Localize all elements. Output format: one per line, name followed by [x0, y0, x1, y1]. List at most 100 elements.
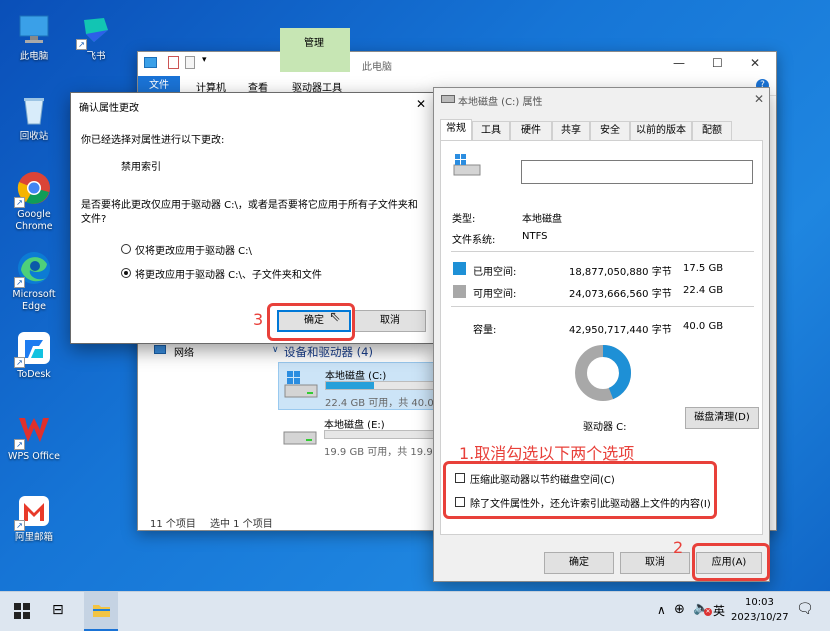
radio-drive-only[interactable]	[121, 244, 131, 254]
task-view-icon[interactable]: ⊟	[52, 602, 64, 618]
highlight-apply	[692, 543, 770, 581]
capacity-bytes: 42,950,717,440 字节	[569, 325, 672, 336]
drive-small-icon	[441, 95, 455, 103]
volume-muted-badge: ✕	[704, 608, 712, 616]
radio-drive-subfolders-label[interactable]: 将更改应用于驱动器 C:\、子文件夹和文件	[135, 266, 322, 281]
drive-usage-fill	[326, 382, 374, 389]
drive-caption: 驱动器 C:	[583, 422, 627, 433]
computer-icon	[16, 12, 52, 48]
tab-tools[interactable]: 工具	[472, 121, 510, 140]
tab-security[interactable]: 安全	[590, 121, 630, 140]
desktop-icon-todesk[interactable]: ↗ ToDesk	[2, 330, 66, 381]
close-icon[interactable]: ✕	[416, 97, 426, 111]
desktop-icon-label: 此电脑	[19, 51, 49, 62]
drive-name: 本地磁盘 (C:)	[325, 371, 387, 382]
free-size: 22.4 GB	[683, 285, 724, 296]
desktop-icon-feishu[interactable]: ↗ 飞书	[64, 12, 128, 63]
desktop-icon-this-pc[interactable]: 此电脑	[2, 12, 66, 63]
shortcut-arrow-icon: ↗	[14, 357, 25, 368]
radio-drive-only-label[interactable]: 仅将更改应用于驱动器 C:\	[135, 242, 252, 257]
tab-general[interactable]: 常规	[440, 119, 472, 141]
network-globe-icon[interactable]: ⊕	[674, 602, 685, 617]
dialog-question: 是否要将此更改仅应用于驱动器 C:\，或者是否要将它应用于所有子文件夹和文件?	[81, 200, 418, 225]
desktop-icon-wps[interactable]: ↗ WPS Office	[2, 412, 66, 463]
window-title: 此电脑	[362, 62, 392, 73]
desktop-icon-chrome[interactable]: ↗ Google Chrome	[2, 170, 66, 233]
windows-drive-icon	[284, 371, 318, 398]
minimize-icon[interactable]: —	[673, 56, 685, 70]
drive-name: 本地磁盘 (E:)	[324, 420, 385, 431]
ali-mail-icon: ↗	[14, 493, 52, 531]
shortcut-arrow-icon: ↗	[14, 439, 25, 450]
desktop-icon-label: 飞书	[86, 51, 106, 62]
desktop-icon-label: 阿里邮箱	[14, 532, 53, 543]
disk-usage-donut	[575, 345, 631, 401]
section-collapse-icon[interactable]: ∨	[272, 345, 279, 355]
drive-usage-bar	[325, 381, 435, 390]
tab-manage-highlight: 管理	[280, 28, 350, 72]
taskbar-explorer-button[interactable]	[84, 592, 118, 631]
tab-sharing[interactable]: 共享	[552, 121, 590, 140]
clock-date[interactable]: 2023/10/27	[731, 612, 789, 623]
dialog-title: 确认属性更改	[79, 103, 139, 114]
maximize-icon[interactable]: ☐	[712, 56, 723, 70]
tray-chevron-icon[interactable]: ∧	[657, 603, 666, 617]
drive-label-input[interactable]	[521, 160, 753, 184]
confirm-cancel-button[interactable]: 取消	[354, 310, 426, 332]
properties-qa-icon[interactable]	[168, 56, 179, 69]
capacity-size: 40.0 GB	[683, 321, 724, 332]
divider	[451, 306, 754, 307]
properties-title: 本地磁盘 (C:) 属性	[458, 97, 543, 108]
desktop-icon-edge[interactable]: ↗ Microsoft Edge	[2, 250, 66, 313]
dialog-intro: 你已经选择对属性进行以下更改:	[81, 135, 225, 146]
step-2-label: 2	[673, 538, 684, 557]
used-label: 已用空间:	[473, 267, 517, 278]
desktop-icon-ali-mail[interactable]: ↗ 阿里邮箱	[2, 493, 66, 544]
used-size: 17.5 GB	[683, 263, 724, 274]
notification-icon[interactable]: 🗨	[796, 601, 814, 617]
start-windows-icon[interactable]	[14, 603, 30, 619]
drive-item-c[interactable]: 本地磁盘 (C:) 22.4 GB 可用，共 40.0 G	[278, 362, 445, 410]
desktop-icon-recycle-bin[interactable]: 回收站	[2, 92, 66, 143]
qa-dropdown-icon[interactable]: ▾	[202, 55, 207, 65]
clock-time[interactable]: 10:03	[745, 597, 774, 608]
nav-item-network[interactable]: 网络	[174, 344, 194, 359]
new-folder-qa-icon[interactable]	[185, 56, 195, 69]
tab-hardware[interactable]: 硬件	[510, 121, 552, 140]
section-devices-title: 设备和驱动器 (4)	[284, 345, 373, 359]
free-bytes: 24,073,666,560 字节	[569, 289, 672, 300]
windows-drive-icon	[453, 154, 481, 176]
disk-cleanup-button[interactable]: 磁盘清理(D)	[685, 407, 759, 429]
close-icon[interactable]: ✕	[754, 92, 764, 106]
drive-item-e[interactable]: 本地磁盘 (E:) 19.9 GB 可用，共 19.9 G	[278, 412, 444, 460]
shortcut-arrow-icon: ↗	[14, 277, 25, 288]
network-icon	[154, 345, 166, 354]
tab-manage[interactable]: 管理	[304, 34, 324, 49]
tab-previous-versions[interactable]: 以前的版本	[630, 121, 692, 140]
recycle-bin-icon	[16, 92, 52, 128]
explorer-title-bar: ▾ 管理 此电脑 — ☐ ✕	[138, 28, 776, 76]
free-label: 可用空间:	[473, 289, 517, 300]
shortcut-arrow-icon: ↗	[14, 197, 25, 208]
close-icon[interactable]: ✕	[750, 56, 760, 70]
filesystem-label: 文件系统:	[452, 235, 496, 246]
shortcut-arrow-icon: ↗	[14, 520, 25, 531]
feishu-icon: ↗	[76, 12, 114, 50]
folder-icon	[93, 605, 110, 617]
filesystem-value: NTFS	[522, 231, 548, 242]
status-item-count: 11 个项目	[150, 519, 196, 530]
type-label: 类型:	[452, 214, 476, 225]
desktop-icon-label: Microsoft Edge	[12, 289, 56, 312]
used-bytes: 18,877,050,880 字节	[569, 267, 672, 278]
tab-quota[interactable]: 配额	[692, 121, 732, 140]
confirm-attribute-dialog: 确认属性更改 ✕ 你已经选择对属性进行以下更改: 禁用索引 是否要将此更改仅应用…	[70, 92, 434, 344]
properties-ok-button[interactable]: 确定	[544, 552, 614, 574]
radio-drive-subfolders[interactable]	[121, 268, 131, 278]
dialog-change: 禁用索引	[121, 162, 161, 173]
desktop-icon-label: 回收站	[19, 131, 49, 142]
chrome-icon: ↗	[14, 170, 52, 208]
ime-indicator[interactable]: 英	[713, 602, 725, 619]
desktop-icon-label: ToDesk	[17, 369, 51, 380]
step-3-label: 3	[253, 310, 264, 329]
wps-icon: ↗	[14, 412, 52, 450]
